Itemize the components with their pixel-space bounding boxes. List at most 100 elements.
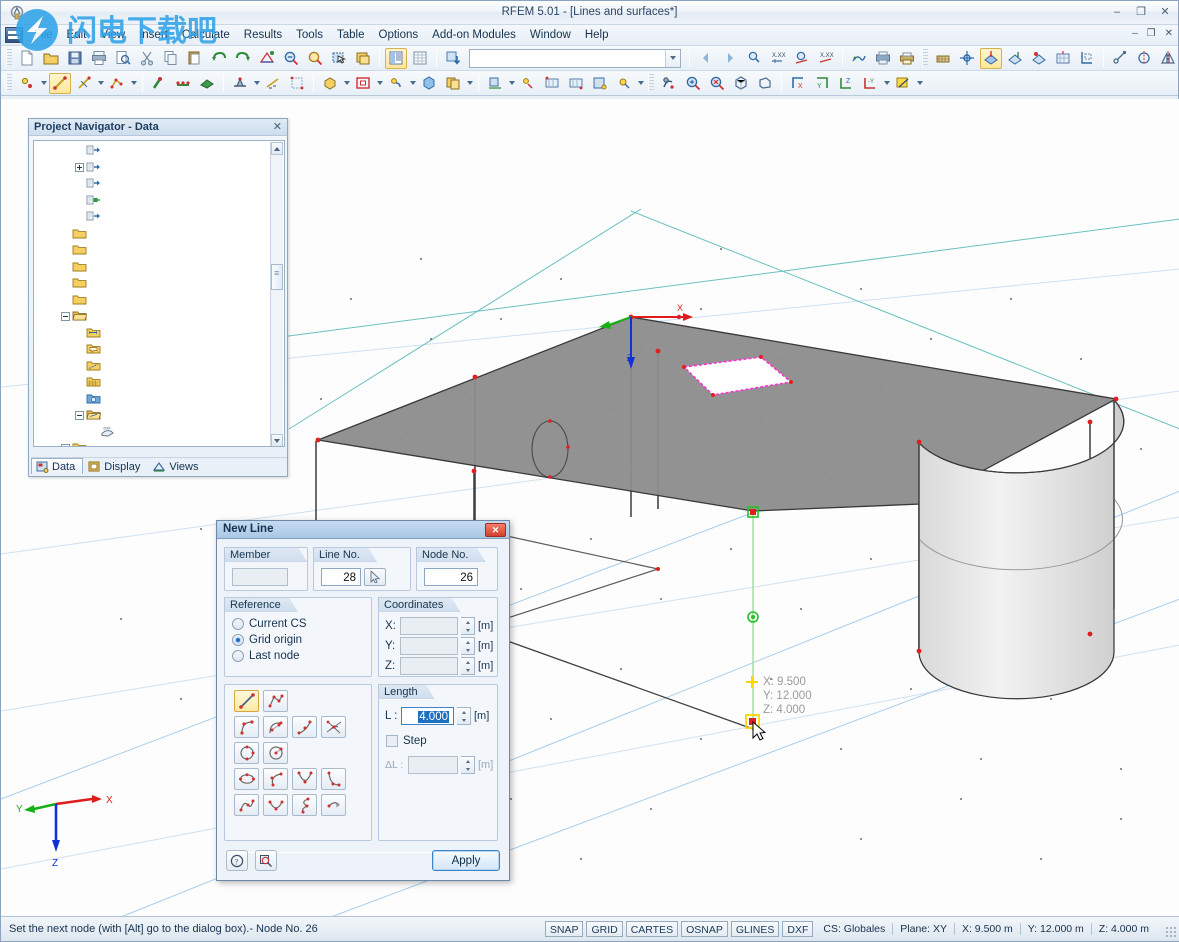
render-dropdown-icon[interactable] [636,73,645,94]
radio-last-node[interactable]: Last node [232,650,307,662]
pick-magnifier-icon[interactable] [255,850,277,871]
render-settings-icon[interactable] [613,73,635,94]
tree-item[interactable] [34,358,270,375]
status-toggle-snap[interactable]: SNAP [544,921,584,937]
status-toggle-grid[interactable]: GRID [586,921,623,937]
window-icon[interactable] [352,48,374,69]
arc-intersect-icon[interactable] [321,716,346,738]
menu-file[interactable]: File [27,27,60,43]
tree-item[interactable]: DXF [34,424,270,441]
plane-origin-icon[interactable] [1028,48,1050,69]
undo-icon[interactable] [208,48,230,69]
new-document-icon[interactable] [16,48,38,69]
toolbar-grip[interactable] [648,74,654,92]
radio-current-cs[interactable]: Current CS [232,618,307,630]
tree-item[interactable] [34,341,270,358]
maximize-button[interactable]: ❐ [1134,5,1148,18]
persp-view-icon[interactable] [754,73,776,94]
menu-tools[interactable]: Tools [289,27,330,43]
work-plane-icon[interactable] [980,47,1002,69]
open-folder-icon[interactable] [40,48,62,69]
status-toggle-glines[interactable]: GLINES [730,921,780,937]
status-toggle-dxf[interactable]: DXF [782,921,814,937]
status-toggle-osnap[interactable]: OSNAP [681,921,728,937]
navigator-tab-display[interactable]: Display [83,458,148,474]
scrollbar-thumb[interactable] [271,264,283,290]
tree-item[interactable] [34,160,270,177]
toolbar-grip[interactable] [922,49,928,67]
new-nodal-support-icon[interactable] [229,73,251,94]
new-comment-icon[interactable] [517,73,539,94]
apply-button[interactable]: Apply [432,850,500,871]
view-y-icon[interactable]: Y [811,73,833,94]
line-dropdown-icon[interactable] [96,73,105,94]
bezier-icon[interactable] [292,794,317,816]
move-copy-icon[interactable] [1109,48,1131,69]
mesh-icon[interactable] [848,48,870,69]
new-node-icon[interactable] [16,73,38,94]
support-dropdown-icon[interactable] [252,73,261,94]
chevron-down-icon[interactable] [665,49,680,67]
expander-minus-icon[interactable] [61,311,70,321]
menu-insert[interactable]: Insert [132,27,175,43]
tree-item[interactable] [34,292,270,309]
line-on-surface-icon[interactable] [321,794,346,816]
arc-tangent-icon[interactable] [292,716,317,738]
menu-options[interactable]: Options [372,27,426,43]
new-surface-icon[interactable] [196,73,218,94]
pick-cursor-icon[interactable] [364,568,386,586]
status-toggle-cartes[interactable]: CARTES [625,921,679,937]
new-surface-support-icon[interactable] [286,73,308,94]
radio-grid-origin[interactable]: Grid origin [232,634,307,646]
navigator-scrollbar[interactable] [270,142,283,446]
new-node-dropdown-icon[interactable] [39,73,48,94]
render-toggle-dropdown-icon[interactable] [915,73,924,94]
tree-item[interactable] [34,325,270,342]
line-divide-icon[interactable] [73,73,95,94]
tree-item[interactable] [34,193,270,210]
copy-icon[interactable] [160,48,182,69]
tree-item[interactable] [34,226,270,243]
line-straight-icon[interactable] [234,690,259,712]
tree-item[interactable] [34,440,270,446]
load-dropdown-icon[interactable] [408,73,417,94]
print-preview-icon[interactable] [112,48,134,69]
expander-plus-icon[interactable] [75,163,84,173]
result-scale-icon[interactable]: X.XX [815,48,837,69]
select-special-icon[interactable] [328,48,350,69]
result-dim-icon[interactable]: X.XX [767,48,789,69]
polyline-icon[interactable] [106,73,128,94]
navigator-close-icon[interactable]: ✕ [273,120,282,133]
new-guideline-icon[interactable] [541,73,563,94]
ellipse-icon[interactable] [234,768,259,790]
scroll-down-button[interactable] [271,434,283,446]
render-toggle-icon[interactable] [892,73,914,94]
tree-item[interactable] [34,391,270,408]
osnap-icon[interactable] [956,48,978,69]
result-view-icon[interactable] [791,48,813,69]
coord-y-spinner[interactable] [461,637,475,655]
guide-lines-icon[interactable] [1076,48,1098,69]
navigator-tree[interactable]: DXF [33,140,285,447]
toolbar-grip[interactable] [6,74,12,92]
length-l-input[interactable]: 4.000 [401,707,454,725]
load-case-combo[interactable] [469,48,681,68]
view-z-icon[interactable]: Z [835,73,857,94]
save-icon[interactable] [64,48,86,69]
menu-calculate[interactable]: Calculate [175,27,237,43]
navigator-tab-data[interactable]: Data [31,458,84,474]
menu-table[interactable]: Table [330,27,372,43]
new-solid-icon[interactable] [319,73,341,94]
mdi-restore-button[interactable]: ❐ [1147,28,1156,39]
mdi-child-icon[interactable] [5,27,23,43]
print-report-icon[interactable] [872,48,894,69]
member-no-input[interactable] [232,568,288,586]
line-grid-icon[interactable] [1052,48,1074,69]
length-l-spinner[interactable] [457,707,471,725]
help-icon[interactable]: ? [226,850,248,871]
nurbs-icon[interactable] [234,794,259,816]
dialog-close-icon[interactable]: ✕ [485,523,506,537]
new-member-icon[interactable] [148,73,170,94]
expander-plus-icon[interactable] [61,443,70,446]
menu-window[interactable]: Window [523,27,578,43]
